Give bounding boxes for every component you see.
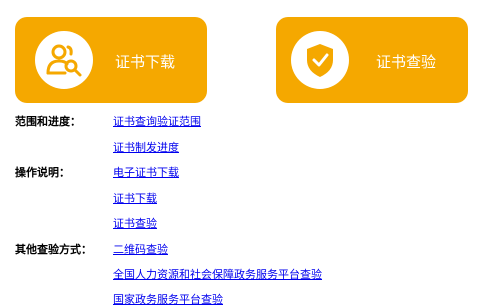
shield-check-icon [291,31,349,89]
link-certificate-verify[interactable]: 证书查验 [113,217,157,231]
other-heading: 其他查验方式： [15,243,92,256]
link-hrss-platform-verify[interactable]: 全国人力资源和社会保障政务服务平台查验 [113,268,322,282]
certificate-verify-tile[interactable]: 证书查验 [276,17,468,103]
link-issuance-progress[interactable]: 证书制发进度 [113,141,179,155]
guide-heading: 操作说明： [15,166,70,179]
link-verification-scope[interactable]: 证书查询验证范围 [113,115,201,129]
person-search-icon [35,31,93,89]
scope-heading: 范围和进度： [15,115,81,128]
link-certificate-download[interactable]: 证书下载 [113,192,157,206]
certificate-verify-label: 证书查验 [376,53,437,71]
link-qr-verify[interactable]: 二维码查验 [113,243,168,257]
link-national-platform-verify[interactable]: 国家政务服务平台查验 [113,293,223,307]
certificate-download-tile[interactable]: 证书下载 [15,17,207,103]
certificate-download-label: 证书下载 [115,53,176,71]
link-e-certificate-download[interactable]: 电子证书下载 [113,166,179,180]
